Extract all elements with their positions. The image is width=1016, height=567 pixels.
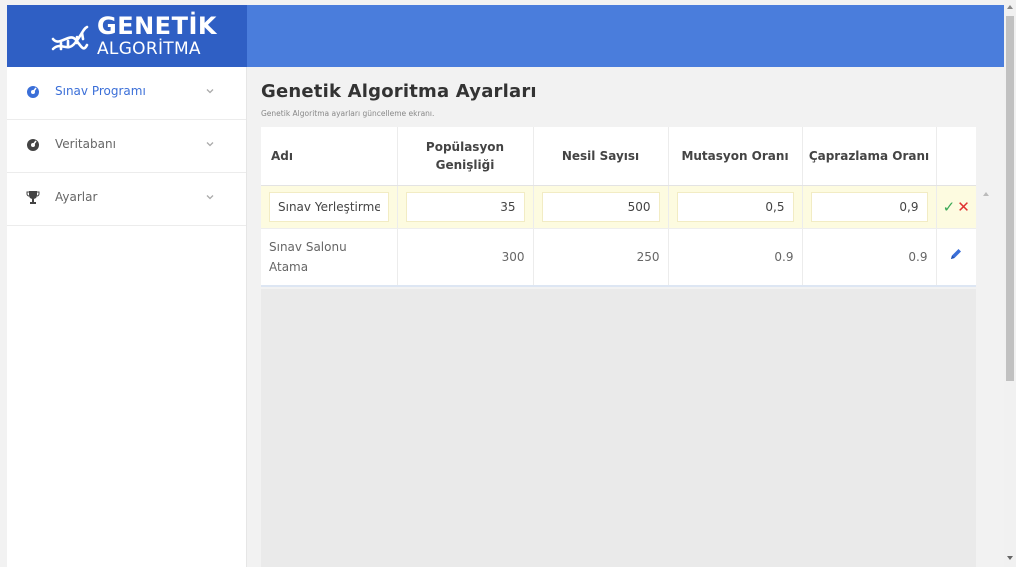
generations-input[interactable] — [541, 192, 660, 222]
page-title: Genetik Algoritma Ayarları — [261, 81, 537, 102]
crossover-input[interactable] — [810, 192, 928, 222]
chevron-down-icon — [206, 142, 214, 147]
grid-header-row: Adı Popülasyon Genişliği Nesil Sayısı Mu… — [261, 127, 976, 186]
table-row[interactable]: Sınav Salonu Atama 300 250 0.9 0.9 — [261, 228, 976, 287]
database-icon — [27, 139, 39, 151]
sidebar-item-label: Ayarlar — [55, 190, 98, 204]
population-input[interactable] — [405, 192, 525, 222]
cell-population[interactable] — [397, 185, 534, 229]
cell-actions — [936, 228, 976, 287]
table-row-editing: ✓✕ — [261, 185, 976, 229]
brand-logo[interactable]: GENETİK ALGORİTMA — [7, 5, 247, 67]
cell-mutation[interactable]: 0.9 — [668, 228, 803, 287]
settings-grid: Adı Popülasyon Genişliği Nesil Sayısı Mu… — [261, 127, 976, 567]
top-header-bar — [247, 5, 1004, 67]
cell-actions: ✓ ✕ — [936, 185, 976, 229]
column-header-populasyon[interactable]: Popülasyon Genişliği — [397, 127, 534, 186]
brand-subtitle: ALGORİTMA — [97, 39, 201, 59]
column-header-adi[interactable]: Adı — [261, 127, 398, 186]
cell-name[interactable]: Sınav Salonu Atama — [261, 228, 398, 287]
cell-crossover[interactable]: 0.9 — [802, 228, 937, 287]
cell-mutation[interactable] — [668, 185, 803, 229]
cell-generations[interactable] — [533, 185, 669, 229]
chevron-down-icon — [206, 195, 214, 200]
scrollbar-thumb[interactable] — [1006, 16, 1014, 381]
pencil-icon[interactable] — [949, 247, 963, 261]
column-header-mutasyon[interactable]: Mutasyon Oranı — [668, 127, 803, 186]
sidebar-item-veritabani[interactable]: Veritabanı — [7, 120, 246, 173]
sidebar-item-label: Sınav Programı — [55, 84, 146, 98]
sidebar-item-ayarlar[interactable]: Ayarlar — [7, 173, 246, 226]
trophy-icon — [26, 191, 40, 204]
cell-name[interactable] — [261, 185, 398, 229]
brand-title: GENETİK — [97, 12, 217, 40]
name-input[interactable] — [269, 192, 389, 222]
column-header-actions — [936, 127, 976, 186]
grid-scroll-up-icon[interactable] — [981, 189, 991, 199]
close-icon[interactable]: ✕ — [957, 198, 970, 216]
sidebar-item-label: Veritabanı — [55, 137, 116, 151]
dna-icon — [51, 25, 89, 51]
cell-crossover[interactable] — [802, 185, 937, 229]
sidebar-item-sinav-programi[interactable]: Sınav Programı — [7, 67, 246, 120]
column-header-caprazlama[interactable]: Çaprazlama Oranı — [802, 127, 937, 186]
cell-population[interactable]: 300 — [397, 228, 534, 287]
column-header-nesil[interactable]: Nesil Sayısı — [533, 127, 669, 186]
sidebar: Sınav Programı Veritabanı Ayarlar — [7, 67, 247, 567]
dashboard-icon — [27, 86, 39, 98]
cell-generations[interactable]: 250 — [533, 228, 669, 287]
page-scrollbar[interactable] — [1004, 0, 1016, 567]
check-icon[interactable]: ✓ — [943, 198, 956, 216]
mutation-input[interactable] — [676, 192, 794, 222]
page-subtitle: Genetik Algoritma ayarları güncelleme ek… — [261, 109, 435, 118]
scroll-down-arrow-icon[interactable] — [1007, 555, 1013, 561]
scroll-up-arrow-icon[interactable] — [1007, 4, 1013, 10]
main-content: Genetik Algoritma Ayarları Genetik Algor… — [247, 67, 1004, 567]
chevron-down-icon — [206, 89, 214, 94]
